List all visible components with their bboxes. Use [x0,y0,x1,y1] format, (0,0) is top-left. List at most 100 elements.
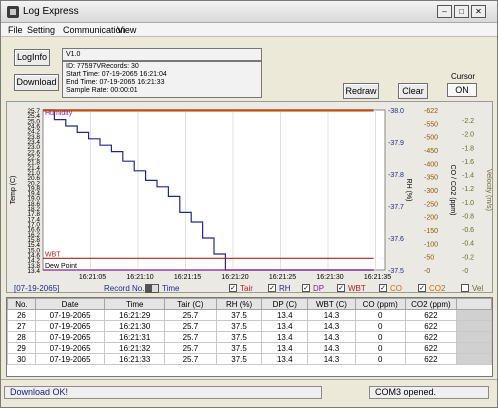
table-cell: 13.4 [261,331,309,343]
window-title: Log Express [23,6,79,17]
table-cell: 14.3 [307,331,356,343]
humidity-label: Humidity [45,110,73,117]
x-tick-label: 16:21:05 [79,274,106,281]
legend-checkbox-co[interactable]: ✓ [379,284,387,292]
redraw-button[interactable]: Redraw [343,83,379,99]
record-time-toggle[interactable] [145,284,159,293]
menu-view[interactable]: View [117,25,136,35]
table-header-cell[interactable]: Tair (C) [164,298,217,310]
x-tick-label: 16:21:35 [364,274,391,281]
co-tick-label: -100 [424,241,438,248]
menu-file[interactable]: File [8,25,23,35]
table-cell: 16:21:32 [104,342,166,354]
table-cell: 37.5 [215,353,263,365]
vel-tick-label: -1.8 [462,145,474,152]
record-info-box: ID: 77597VRecords: 30 Start Time: 07-19-… [62,61,262,98]
legend-checkbox-vel[interactable] [461,284,469,292]
chart-date: [07-19-2065] [14,284,60,293]
vel-tick-label: -1.6 [462,159,474,166]
legend-label-dp: DP [313,284,325,293]
table-header-cell[interactable]: DP (C) [261,298,309,310]
co-tick-label: -400 [424,161,438,168]
vel-axis-title: Velocity (m/s) [485,169,492,211]
menu-setting[interactable]: Setting [27,25,55,35]
loginfo-button[interactable]: LogInfo [14,49,50,66]
table-cell: 07-19-2065 [34,320,106,332]
maximize-button[interactable]: □ [454,5,469,18]
table-cell: 25.7 [164,342,217,354]
table-cell: 13.4 [261,320,309,332]
table-header-cell[interactable]: CO2 (ppm) [404,298,458,310]
x-tick-label: 16:21:15 [174,274,201,281]
table-body: 26 07-19-2065 16:21:29 25.7 37.5 13.4 14.3 0 622… [7,309,492,365]
table-header-spacer [456,298,492,310]
table-cell: 0 [354,309,406,321]
table-cell: 13.4 [261,353,309,365]
table-cell: 25.7 [164,309,217,321]
start-time-line: Start Time: 07-19-2065 16:21:04 [66,71,167,78]
table-row[interactable]: 27 07-19-2065 16:21:30 25.7 37.5 13.4 14.3 0 622 [7,320,492,332]
table-row[interactable]: 30 07-19-2065 16:21:33 25.7 37.5 13.4 14.3 0 622 [7,353,492,365]
cursor-toggle[interactable]: ON [447,83,477,97]
rh-tick-label: -38.0 [388,108,404,115]
data-table[interactable]: No. Date Time Tair (C) RH (%) DP (C) WBT (C) CO… [6,297,493,377]
minimize-button[interactable]: – [437,5,452,18]
co-tick-label: -350 [424,175,438,182]
table-cell: 16:21:33 [104,353,166,365]
table-cell: 07-19-2065 [34,342,106,354]
download-button[interactable]: Download [14,74,59,91]
table-row[interactable]: 28 07-19-2065 16:21:31 25.7 37.5 13.4 14.3 0 622 [7,331,492,343]
record-id-line: ID: 77597VRecords: 30 [66,63,139,70]
vel-tick-label: -0 [462,268,468,275]
vel-tick-label: -0.2 [462,254,474,261]
table-cell: 622 [404,309,458,321]
legend-checkbox-rh[interactable]: ✓ [268,284,276,292]
status-bar: Download OK! COM3 opened. [1,379,497,407]
table-cell: 622 [404,342,458,354]
temp-axis-title: Temp (C) [10,176,17,205]
table-cell: 28 [7,331,36,343]
table-row[interactable]: 26 07-19-2065 16:21:29 25.7 37.5 13.4 14.3 0 622 [7,309,492,321]
table-cell: 622 [404,353,458,365]
rh-tick-label: -37.8 [388,172,404,179]
table-row[interactable]: 29 07-19-2065 16:21:32 25.7 37.5 13.4 14.3 0 622 [7,342,492,354]
chart-svg[interactable]: 25.725.425.024.624.223.823.423.022.622.2… [7,102,494,282]
legend-checkbox-dp[interactable]: ✓ [302,284,310,292]
table-cell: 37.5 [215,320,263,332]
title-bar[interactable]: Log Express – □ ✕ [1,1,497,23]
legend-checkbox-tair[interactable]: ✓ [229,284,237,292]
x-tick-label: 16:21:10 [126,274,153,281]
table-header-cell[interactable]: RH (%) [215,298,263,310]
table-cell: 25.7 [164,331,217,343]
wbt-label: WBT [45,251,61,258]
table-cell: 14.3 [307,309,356,321]
legend-checkbox-co2[interactable]: ✓ [418,284,426,292]
vel-tick-label: -1.2 [462,186,474,193]
table-header-cell[interactable]: Date [34,298,106,310]
table-cell: 13.4 [261,309,309,321]
co-tick-label: -200 [424,215,438,222]
table-scroll-cell [456,320,492,332]
table-header-cell[interactable]: WBT (C) [307,298,356,310]
table-scroll-cell [456,353,492,365]
vel-tick-label: -1.4 [462,173,474,180]
vel-tick-label: -2.0 [462,132,474,139]
clear-button[interactable]: Clear [398,83,428,99]
table-cell: 14.3 [307,320,356,332]
end-time-line: End Time: 07-19-2065 16:21:33 [66,79,165,86]
table-cell: 29 [7,342,36,354]
vel-tick-label: -1.0 [462,200,474,207]
legend-label-vel: Vel [472,284,484,293]
table-header-cell[interactable]: No. [7,298,36,310]
table-cell: 14.3 [307,342,356,354]
rh-axis-title: RH (%) [405,179,412,202]
port-status: COM3 opened. [369,386,489,399]
cursor-label: Cursor [451,72,476,81]
table-header-cell[interactable]: Time [104,298,166,310]
legend-checkbox-wbt[interactable]: ✓ [337,284,345,292]
x-tick-label: 16:21:30 [316,274,343,281]
table-scroll-cell [456,331,492,343]
table-header-cell[interactable]: CO (ppm) [354,298,406,310]
close-button[interactable]: ✕ [471,5,486,18]
co-tick-label: -550 [424,121,438,128]
